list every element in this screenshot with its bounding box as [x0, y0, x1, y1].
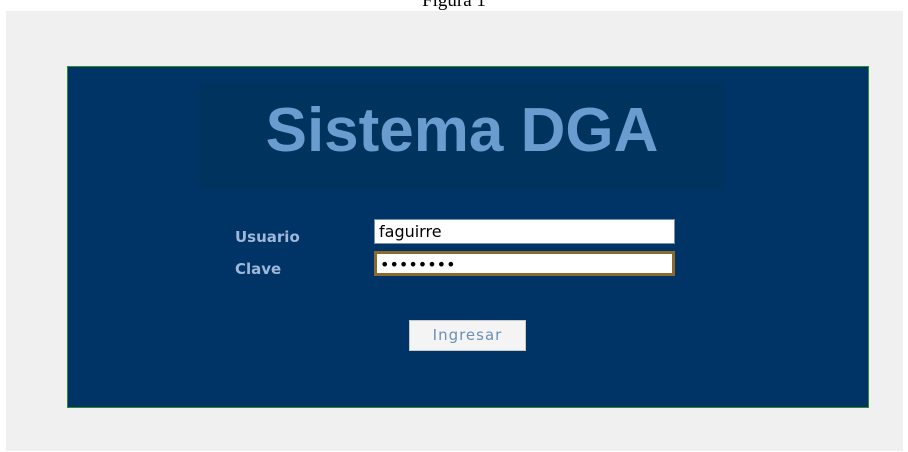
- login-panel: Sistema DGA Usuario faguirre Clave •••••…: [67, 66, 869, 408]
- app-title: Sistema DGA: [265, 96, 659, 165]
- password-input[interactable]: ••••••••: [374, 251, 675, 276]
- figure-caption: Figura 1: [422, 0, 486, 11]
- login-button[interactable]: Ingresar: [409, 320, 526, 351]
- password-label: Clave: [235, 260, 282, 278]
- page-background: Sistema DGA Usuario faguirre Clave •••••…: [6, 11, 903, 451]
- logo-banner: Sistema DGA: [199, 82, 725, 190]
- username-label: Usuario: [235, 228, 300, 246]
- username-input[interactable]: faguirre: [374, 219, 675, 244]
